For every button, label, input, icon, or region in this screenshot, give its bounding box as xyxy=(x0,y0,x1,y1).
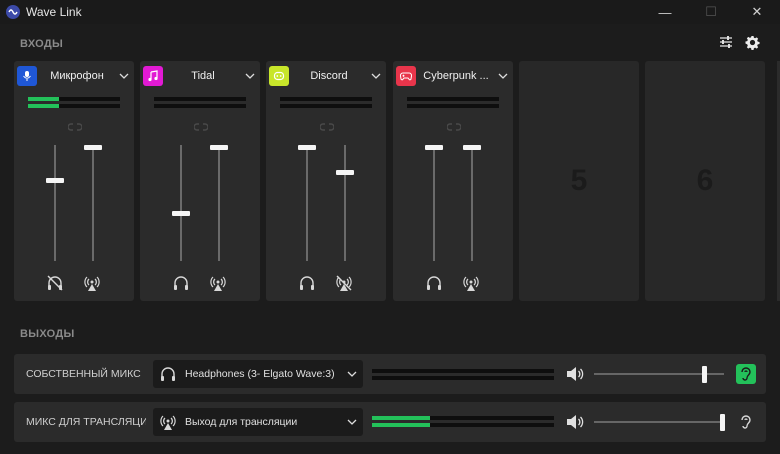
stream-slider-track[interactable] xyxy=(471,145,473,261)
sliders-icon[interactable] xyxy=(718,34,734,50)
output-device-select[interactable]: Headphones (3- Elgato Wave:3) xyxy=(153,360,363,388)
output-volume-slider-track[interactable] xyxy=(594,421,724,423)
title-bar: Wave Link — ☐ ✕ xyxy=(0,0,780,24)
stream-slider-thumb[interactable] xyxy=(210,145,228,150)
close-button[interactable]: ✕ xyxy=(734,0,780,24)
output-label: СОБСТВЕННЫЙ МИКС xyxy=(26,368,141,380)
headphones-muted-icon[interactable] xyxy=(45,273,65,293)
output-level-meter-bottom xyxy=(372,423,554,427)
level-meter-bottom xyxy=(28,104,120,108)
input-channel-tidal: Tidal xyxy=(140,61,260,301)
ear-monitor-icon[interactable] xyxy=(736,364,756,384)
stream-slider-track[interactable] xyxy=(344,145,346,261)
monitor-slider-track[interactable] xyxy=(54,145,56,261)
headphones-icon[interactable] xyxy=(171,273,191,293)
output-row-monitor-mix: СОБСТВЕННЫЙ МИКС Headphones (3- Elgato W… xyxy=(14,354,766,394)
output-device-name: Headphones (3- Elgato Wave:3) xyxy=(185,368,335,380)
output-level-meter-bottom xyxy=(372,376,554,380)
output-level-meter-top xyxy=(372,369,554,373)
chevron-down-icon[interactable] xyxy=(496,73,510,79)
monitor-slider-thumb[interactable] xyxy=(298,145,316,150)
output-volume-slider-thumb[interactable] xyxy=(702,366,707,383)
outputs-section-label: ВЫХОДЫ xyxy=(20,328,75,340)
channel-name[interactable]: Discord xyxy=(289,70,369,82)
inputs-section-label: ВХОДЫ xyxy=(20,38,64,50)
monitor-slider-track[interactable] xyxy=(306,145,308,261)
output-device-name: Выход для трансляции xyxy=(185,416,298,428)
minimize-button[interactable]: — xyxy=(642,0,688,24)
headphones-icon[interactable] xyxy=(297,273,317,293)
headphones-icon xyxy=(157,365,179,383)
output-level-meter-top xyxy=(372,416,554,420)
link-icon[interactable] xyxy=(68,122,82,132)
wave-link-logo-icon xyxy=(6,5,20,19)
level-meter-bottom xyxy=(154,104,246,108)
maximize-button[interactable]: ☐ xyxy=(688,0,734,24)
broadcast-icon xyxy=(157,413,179,431)
monitor-slider-track[interactable] xyxy=(180,145,182,261)
output-row-stream-mix: МИКС ДЛЯ ТРАНСЛЯЦИИ Выход для трансляции xyxy=(14,402,766,442)
stream-slider-track[interactable] xyxy=(92,145,94,261)
level-meter-top xyxy=(28,97,120,101)
broadcast-icon[interactable] xyxy=(461,273,481,293)
microphone-icon xyxy=(17,66,37,86)
input-channel-cyberpunk: Cyberpunk ... xyxy=(393,61,513,301)
ear-icon[interactable] xyxy=(736,412,756,432)
music-note-icon xyxy=(143,66,163,86)
broadcast-icon[interactable] xyxy=(82,273,102,293)
output-device-select[interactable]: Выход для трансляции xyxy=(153,408,363,436)
level-meter-top xyxy=(154,97,246,101)
monitor-slider-thumb[interactable] xyxy=(172,211,190,216)
headphones-icon[interactable] xyxy=(424,273,444,293)
chevron-down-icon[interactable] xyxy=(369,73,383,79)
gear-icon[interactable] xyxy=(744,34,760,50)
monitor-slider-track[interactable] xyxy=(433,145,435,261)
link-icon[interactable] xyxy=(320,122,334,132)
chevron-down-icon xyxy=(341,419,363,425)
output-volume-slider-thumb[interactable] xyxy=(720,414,725,431)
link-icon[interactable] xyxy=(447,122,461,132)
broadcast-muted-icon[interactable] xyxy=(334,273,354,293)
chevron-down-icon[interactable] xyxy=(117,73,131,79)
input-channel-discord: Discord xyxy=(266,61,386,301)
link-icon[interactable] xyxy=(194,122,208,132)
stream-slider-thumb[interactable] xyxy=(84,145,102,150)
speaker-icon[interactable] xyxy=(566,366,584,382)
stream-slider-track[interactable] xyxy=(218,145,220,261)
empty-channel-slot-6[interactable]: 6 xyxy=(645,61,765,301)
level-meter-bottom xyxy=(407,104,499,108)
monitor-slider-thumb[interactable] xyxy=(425,145,443,150)
channel-name[interactable]: Tidal xyxy=(163,70,243,82)
level-meter-bottom xyxy=(280,104,372,108)
discord-icon xyxy=(269,66,289,86)
chevron-down-icon xyxy=(341,371,363,377)
speaker-icon[interactable] xyxy=(566,414,584,430)
input-channel-microphone: Микрофон xyxy=(14,61,134,301)
monitor-slider-thumb[interactable] xyxy=(46,178,64,183)
output-label: МИКС ДЛЯ ТРАНСЛЯЦИИ xyxy=(26,416,146,428)
level-meter-top xyxy=(280,97,372,101)
app-title: Wave Link xyxy=(26,5,82,19)
chevron-down-icon[interactable] xyxy=(243,73,257,79)
channel-name[interactable]: Микрофон xyxy=(37,70,117,82)
channel-name[interactable]: Cyberpunk ... xyxy=(416,70,496,82)
stream-slider-thumb[interactable] xyxy=(463,145,481,150)
stream-slider-thumb[interactable] xyxy=(336,170,354,175)
level-meter-top xyxy=(407,97,499,101)
empty-channel-slot-5[interactable]: 5 xyxy=(519,61,639,301)
gamepad-icon xyxy=(396,66,416,86)
broadcast-icon[interactable] xyxy=(208,273,228,293)
